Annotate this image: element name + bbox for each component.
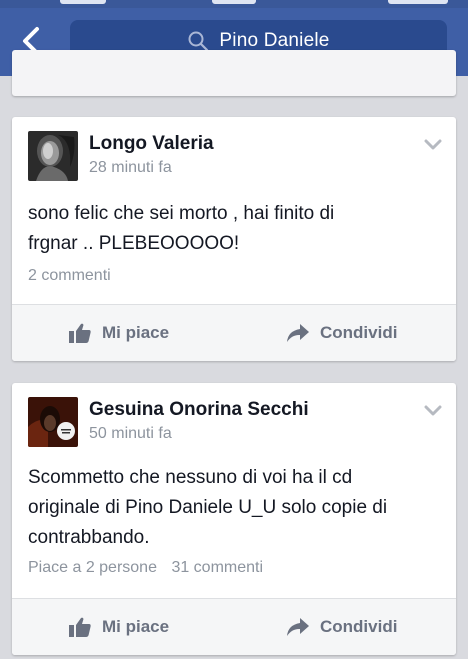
post-text: Scommetto che nessuno di voi ha il cd or…: [28, 463, 438, 553]
status-bar: [0, 0, 468, 8]
post-author[interactable]: Longo Valeria: [89, 133, 214, 155]
avatar[interactable]: [28, 397, 78, 447]
post-text-line: Scommetto che nessuno di voi ha il cd: [28, 467, 353, 488]
post-author[interactable]: Gesuina Onorina Secchi: [89, 399, 309, 421]
post-text: sono felic che sei morto , hai finito di…: [28, 199, 438, 259]
thumbs-up-icon: [69, 323, 91, 343]
chevron-down-icon[interactable]: [424, 139, 442, 151]
previous-post-card: [12, 50, 456, 96]
share-arrow-icon: [287, 324, 309, 342]
comments-count[interactable]: 2 commenti: [28, 267, 111, 284]
likes-count[interactable]: Piace a 2 persone: [28, 559, 157, 576]
post-meta: Piace a 2 persone 31 commenti: [28, 559, 273, 577]
search-icon: [187, 30, 209, 52]
share-arrow-icon: [287, 618, 309, 636]
share-button[interactable]: Condividi: [286, 599, 397, 655]
share-label: Condividi: [320, 323, 398, 342]
chevron-down-icon[interactable]: [424, 405, 442, 417]
avatar[interactable]: [28, 131, 78, 181]
post-text-line: contrabbando.: [28, 527, 150, 548]
share-button[interactable]: Condividi: [286, 305, 397, 361]
post-meta: 2 commenti: [28, 267, 121, 285]
like-label: Mi piace: [102, 617, 170, 636]
like-button[interactable]: Mi piace: [68, 305, 169, 361]
share-label: Condividi: [320, 617, 398, 636]
like-label: Mi piace: [102, 323, 170, 342]
post-card: Longo Valeria 28 minuti fa sono felic ch…: [12, 117, 456, 361]
post-card: Gesuina Onorina Secchi 50 minuti fa Scom…: [12, 383, 456, 655]
post-text-line: frgnar .. PLEBEOOOOO!: [28, 233, 240, 254]
post-text-line: originale di Pino Daniele U_U solo copie…: [28, 497, 388, 518]
post-timestamp[interactable]: 28 minuti fa: [89, 159, 172, 177]
comments-count[interactable]: 31 commenti: [171, 559, 263, 576]
post-actions: Mi piace Condividi: [12, 304, 456, 361]
like-button[interactable]: Mi piace: [68, 599, 169, 655]
search-query: Pino Daniele: [219, 30, 330, 51]
post-timestamp[interactable]: 50 minuti fa: [89, 425, 172, 443]
post-text-line: sono felic che sei morto , hai finito di: [28, 203, 335, 224]
post-actions: Mi piace Condividi: [12, 598, 456, 655]
thumbs-up-icon: [69, 617, 91, 637]
